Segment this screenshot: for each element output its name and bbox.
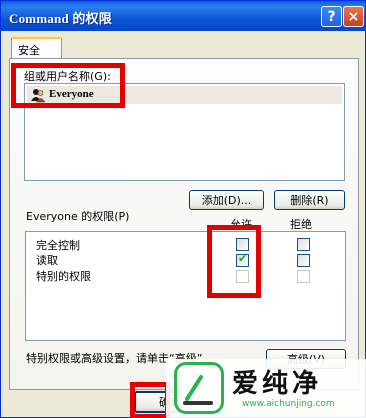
permission-name: 特别的权限	[36, 270, 91, 283]
add-button-label: 添加(D)...	[201, 194, 252, 207]
highlight-box-groups	[11, 63, 125, 108]
highlight-box-allow	[207, 225, 261, 298]
watermark: 爱纯净 www.aichunjing.com	[166, 359, 366, 418]
deny-special-checkbox	[297, 270, 310, 283]
help-icon: ?	[327, 8, 336, 25]
help-button[interactable]: ?	[321, 6, 342, 27]
remove-button-label: 删除(R)	[290, 194, 329, 207]
deny-read-checkbox[interactable]	[297, 254, 310, 267]
window-title: Command 的权限	[9, 11, 112, 26]
watermark-logo-icon	[183, 375, 213, 405]
tab-security[interactable]: 安全	[11, 37, 62, 59]
close-button[interactable]: ×	[343, 6, 364, 27]
permissions-dialog: Command 的权限 ? × 安全 组或用户名称(G): Everyone 添…	[0, 0, 366, 418]
permissions-list: 完全控制 读取 特别的权限 ✔	[25, 231, 346, 341]
add-button[interactable]: 添加(D)...	[189, 190, 264, 210]
watermark-brand: 爱纯净	[232, 369, 323, 399]
permission-name: 读取	[36, 254, 58, 267]
title-bar[interactable]: Command 的权限 ? ×	[1, 1, 365, 31]
deny-header: 拒绝	[290, 218, 312, 231]
deny-full-control-checkbox[interactable]	[297, 238, 310, 251]
remove-button[interactable]: 删除(R)	[274, 190, 345, 210]
tab-security-label: 安全	[18, 44, 40, 57]
permissions-label: Everyone 的权限(P)	[26, 210, 130, 223]
watermark-logo	[174, 362, 224, 414]
watermark-url: www.aichunjing.com	[242, 399, 335, 409]
close-icon: ×	[347, 8, 360, 25]
highlight-box-ok	[130, 382, 170, 418]
permission-name: 完全控制	[36, 239, 80, 252]
